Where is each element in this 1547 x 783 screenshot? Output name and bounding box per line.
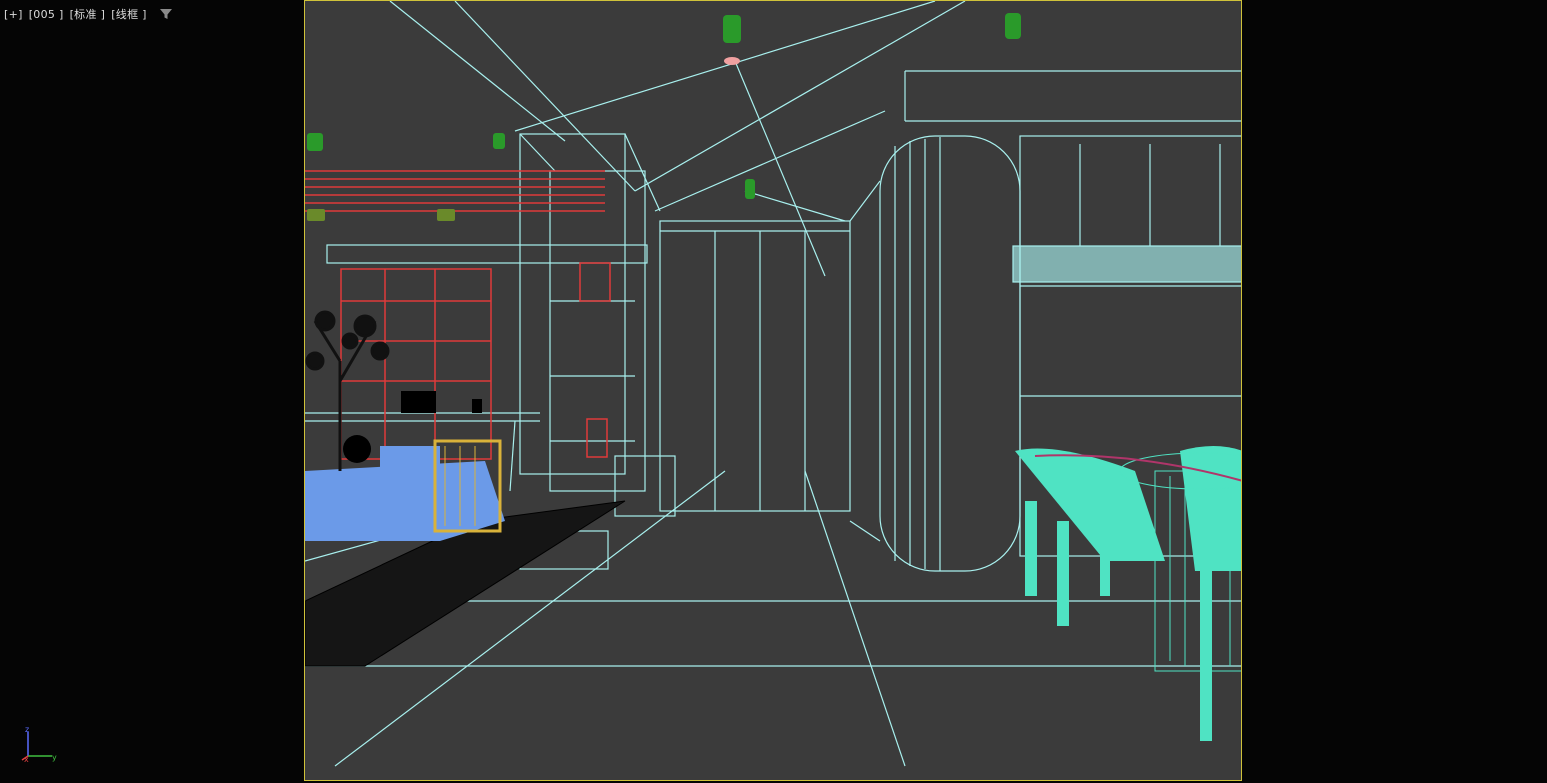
viewport-display-mode-menu[interactable]: [线框 ]	[111, 6, 147, 22]
viewport-shading-menu[interactable]: [标准 ]	[70, 6, 106, 22]
wireframe-scene[interactable]	[305, 1, 1242, 781]
axis-x-label: x	[24, 755, 29, 764]
viewport-label-bar: [+] [005 ] [标准 ] [线框 ]	[4, 6, 173, 22]
viewport-plus-menu[interactable]: [+]	[4, 8, 23, 21]
dining-chairs	[1015, 446, 1241, 741]
viewport-frame[interactable]	[304, 0, 1242, 781]
axis-z-label: z	[25, 725, 29, 734]
axis-y-label: y	[52, 753, 57, 762]
viewport-camera-menu[interactable]: [005 ]	[29, 8, 64, 21]
sofa	[305, 435, 505, 541]
filter-icon[interactable]	[159, 7, 173, 21]
axis-gizmo: z x y	[21, 725, 57, 764]
ceiling-lights	[307, 13, 1021, 221]
